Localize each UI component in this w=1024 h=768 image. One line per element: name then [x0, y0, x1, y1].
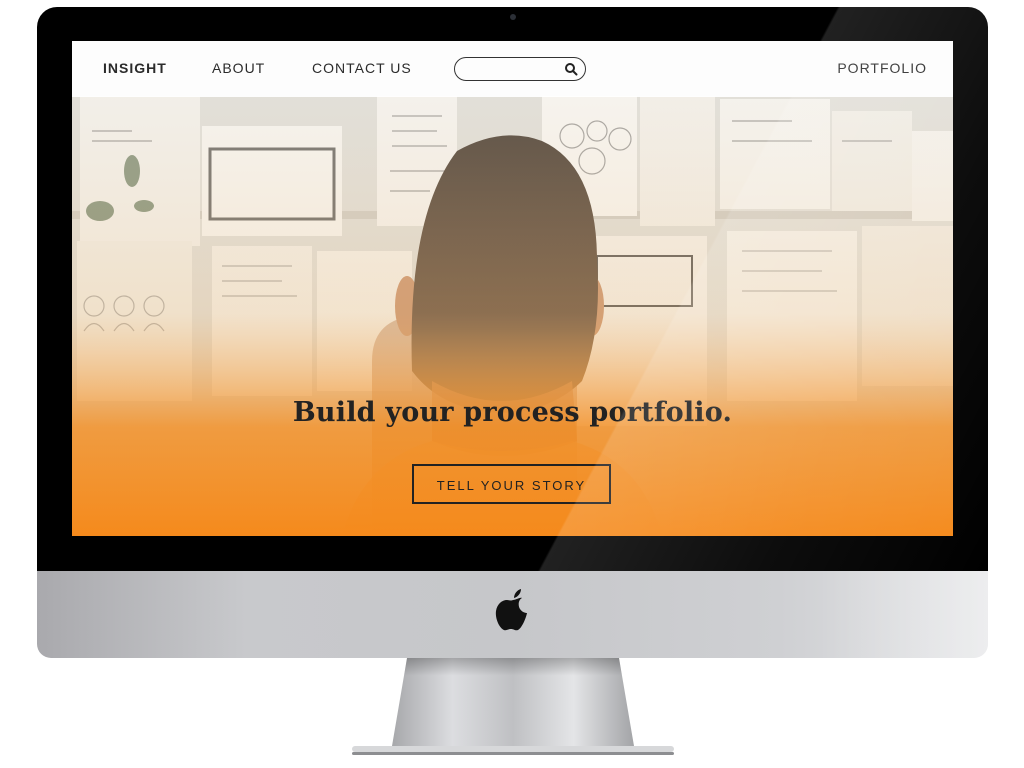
- nav-brand-insight[interactable]: INSIGHT: [103, 60, 167, 76]
- apple-logo-icon: [495, 589, 527, 631]
- monitor-stand: [352, 658, 674, 755]
- chin-glare: [816, 571, 988, 658]
- camera-icon: [510, 14, 516, 20]
- top-navigation: INSIGHT ABOUT CONTACT US PORTFOLIO: [72, 41, 953, 97]
- tell-your-story-button[interactable]: TELL YOUR STORY: [412, 464, 611, 504]
- monitor-bezel: INSIGHT ABOUT CONTACT US PORTFOLIO Build…: [37, 7, 988, 571]
- nav-link-portfolio[interactable]: PORTFOLIO: [837, 60, 927, 76]
- hero-title: Build your process portfolio.: [292, 397, 733, 428]
- nav-link-contact-us[interactable]: CONTACT US: [312, 60, 412, 76]
- search-icon[interactable]: [564, 62, 578, 76]
- search-input[interactable]: [465, 60, 564, 80]
- hero-background-image: [72, 41, 953, 536]
- monitor-chin: [37, 571, 988, 658]
- website-screen: INSIGHT ABOUT CONTACT US PORTFOLIO Build…: [72, 41, 953, 536]
- search-box[interactable]: [454, 57, 586, 81]
- nav-link-about[interactable]: ABOUT: [212, 60, 265, 76]
